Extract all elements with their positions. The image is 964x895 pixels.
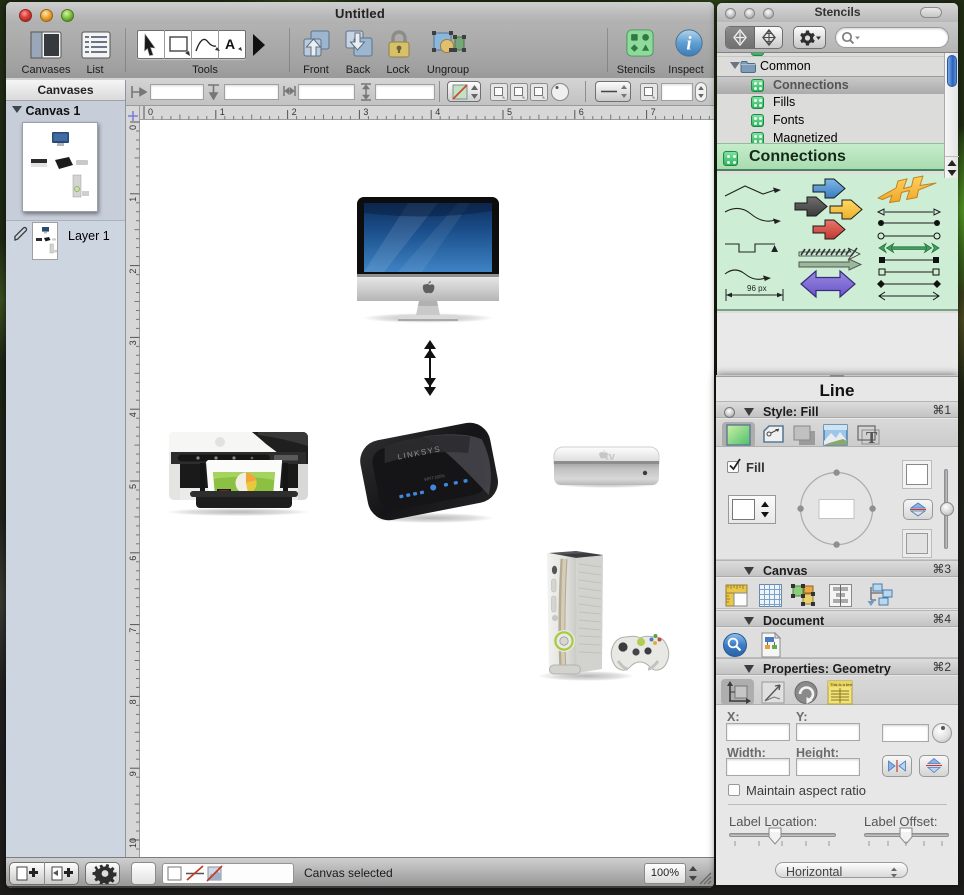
svg-text:6: 6 — [128, 556, 138, 561]
svg-text:This is a text: This is a text — [830, 682, 853, 687]
svg-text:5: 5 — [507, 107, 512, 117]
svg-text:8: 8 — [128, 699, 138, 704]
svg-text:T: T — [866, 428, 878, 447]
svg-text:4: 4 — [128, 412, 138, 417]
svg-text:7: 7 — [128, 628, 138, 633]
svg-text:2: 2 — [292, 107, 297, 117]
svg-text:i: i — [686, 34, 692, 55]
svg-text:1: 1 — [220, 107, 225, 117]
svg-text:96 px: 96 px — [747, 284, 767, 293]
svg-text:9: 9 — [128, 771, 138, 776]
svg-text:0: 0 — [128, 125, 138, 130]
svg-text:2: 2 — [128, 269, 138, 274]
svg-text:7: 7 — [651, 107, 656, 117]
svg-text:3: 3 — [363, 107, 368, 117]
svg-text:4: 4 — [435, 107, 440, 117]
svg-text:6: 6 — [579, 107, 584, 117]
svg-text:A: A — [225, 36, 235, 52]
svg-text:5: 5 — [128, 484, 138, 489]
svg-text:0: 0 — [148, 107, 153, 117]
svg-text:10: 10 — [128, 838, 138, 848]
svg-text:3: 3 — [128, 340, 138, 345]
svg-text:1: 1 — [128, 197, 138, 202]
